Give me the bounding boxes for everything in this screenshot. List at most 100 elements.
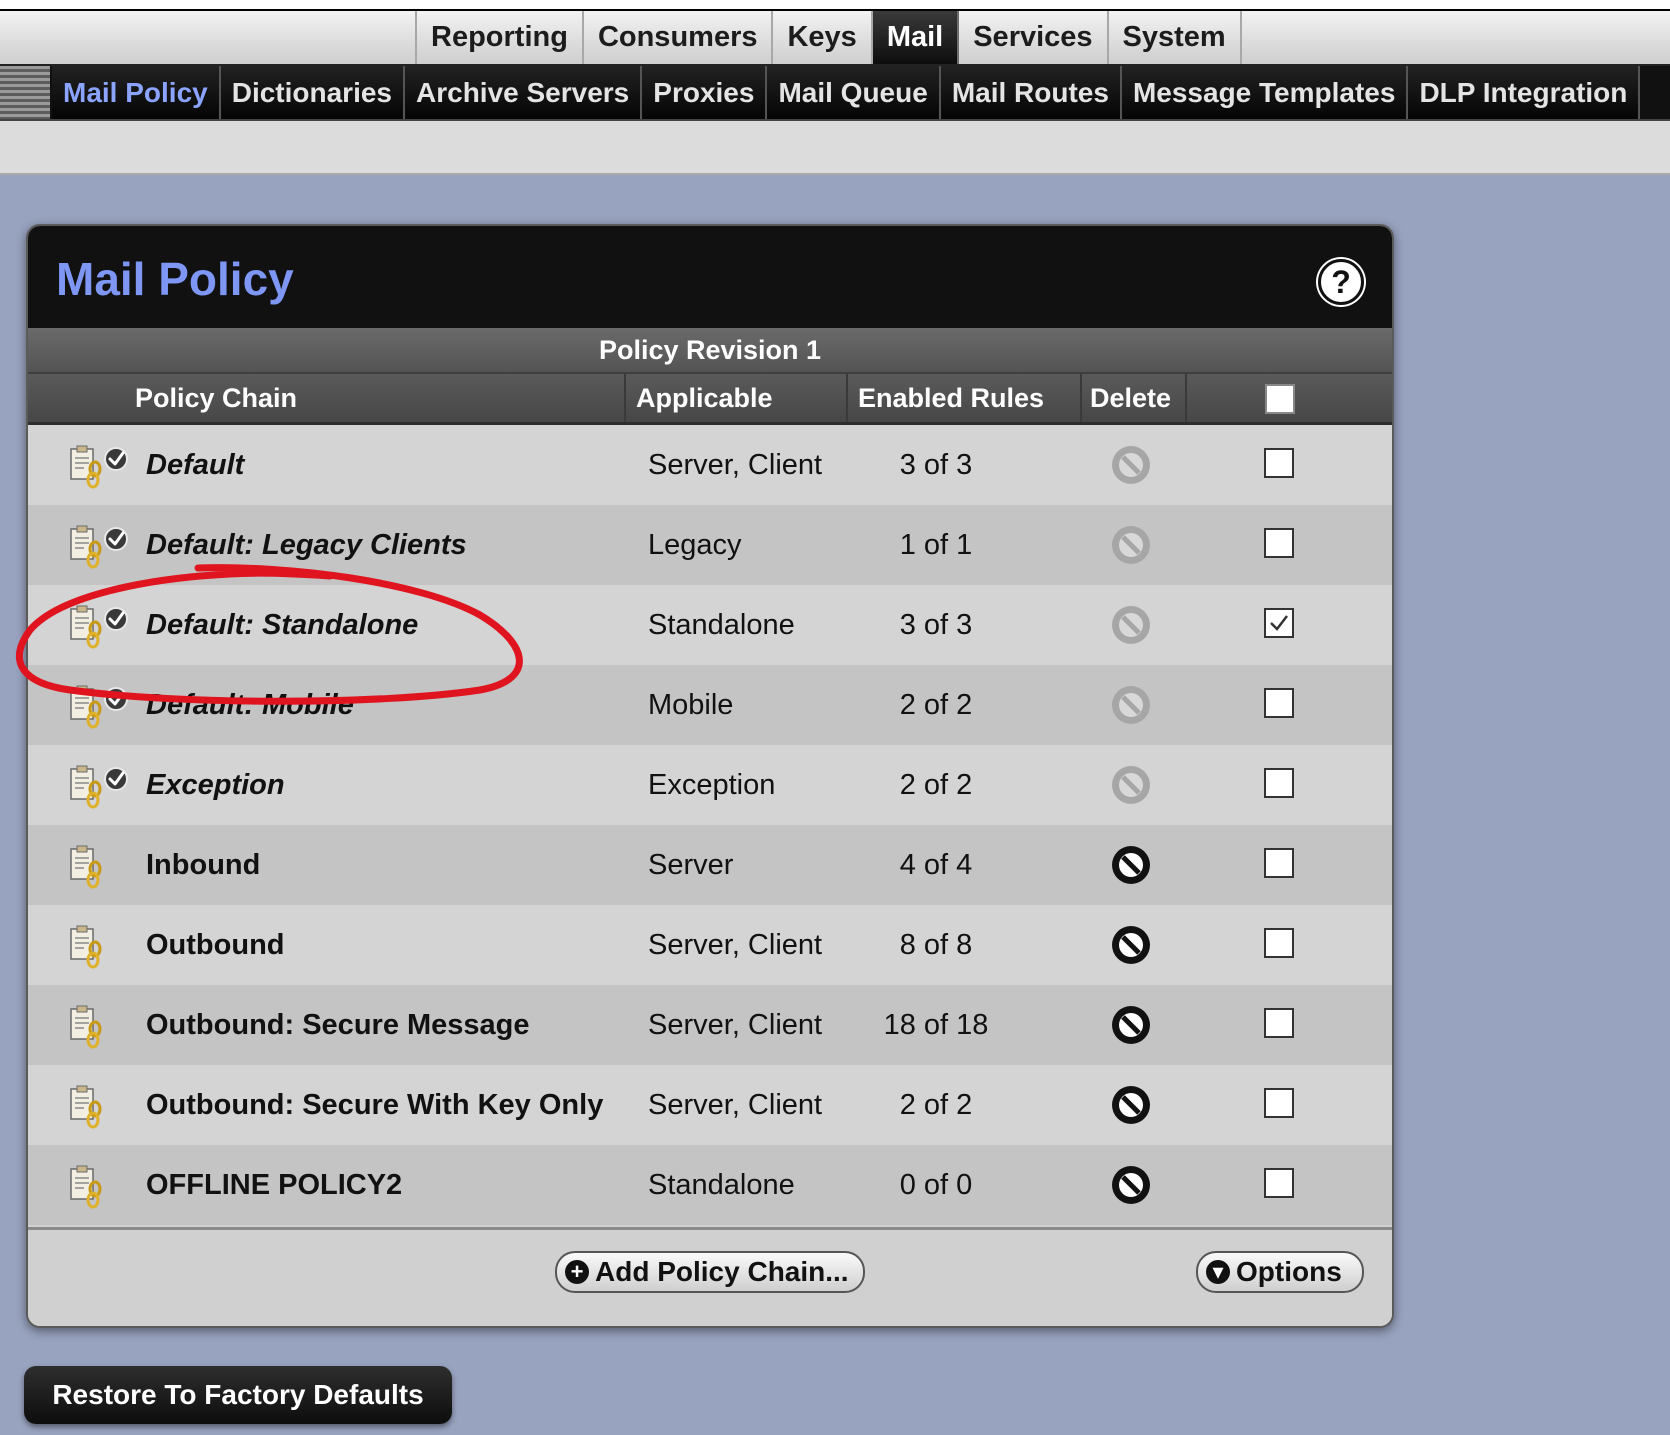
policy-chain-name[interactable]: Default xyxy=(146,425,244,505)
subtab-dictionaries[interactable]: Dictionaries xyxy=(220,66,405,119)
subtab-message-templates[interactable]: Message Templates xyxy=(1121,66,1409,119)
policy-chain-name[interactable]: Outbound: Secure With Key Only xyxy=(146,1065,603,1145)
applicable-value: Standalone xyxy=(648,1169,795,1201)
no-entry-icon[interactable] xyxy=(1110,1164,1152,1206)
no-entry-icon[interactable] xyxy=(1110,924,1152,966)
policy-chain-name[interactable]: Exception xyxy=(146,745,285,825)
tab-keys[interactable]: Keys xyxy=(773,11,873,64)
no-entry-icon xyxy=(1112,606,1150,644)
row-checkbox[interactable] xyxy=(1264,528,1294,558)
enabled-rules-value: 8 of 8 xyxy=(899,929,973,961)
col-delete: Delete xyxy=(1080,374,1171,422)
window-top-edge xyxy=(0,0,1670,11)
sub-nav-tabs: Mail Policy Dictionaries Archive Servers Pr… xyxy=(52,66,1641,119)
mail-policy-panel: Mail Policy ? Policy Revision 1 Policy C… xyxy=(26,224,1394,1328)
col-applicable: Applicable xyxy=(624,374,773,422)
row-checkbox[interactable] xyxy=(1264,1008,1294,1038)
table-row[interactable]: Outbound: Secure With Key Only Server, Cl… xyxy=(28,1065,1392,1145)
no-entry-icon xyxy=(1112,526,1150,564)
applicable-value: Exception xyxy=(648,769,776,801)
plus-circle-icon: + xyxy=(565,1259,589,1284)
row-checkbox[interactable] xyxy=(1264,848,1294,878)
row-checkbox[interactable] xyxy=(1264,688,1294,718)
policy-chain-icon xyxy=(70,845,102,889)
table-row[interactable]: Default: Mobile Mobile 2 of 2 xyxy=(28,665,1392,745)
add-policy-chain-label: Add Policy Chain... xyxy=(595,1256,849,1287)
tab-system[interactable]: System xyxy=(1109,11,1242,64)
table-row[interactable]: Default Server, Client 3 of 3 xyxy=(28,425,1392,505)
subtab-mail-policy[interactable]: Mail Policy xyxy=(52,66,221,119)
restore-factory-defaults-button[interactable]: Restore To Factory Defaults xyxy=(24,1366,452,1424)
policy-chain-name[interactable]: OFFLINE POLICY2 xyxy=(146,1145,402,1225)
row-checkbox[interactable] xyxy=(1264,928,1294,958)
enabled-rules-value: 3 of 3 xyxy=(899,449,973,481)
row-checkbox[interactable] xyxy=(1264,1088,1294,1118)
col-enabled-rules: Enabled Rules xyxy=(846,374,1044,422)
help-icon[interactable]: ? xyxy=(1318,259,1364,305)
applicable-value: Server, Client xyxy=(648,1009,823,1041)
table-row[interactable]: Default: Standalone Standalone 3 of 3 xyxy=(28,585,1392,665)
enabled-rules-value: 3 of 3 xyxy=(899,609,973,641)
row-checkbox[interactable] xyxy=(1264,1168,1294,1198)
checkmark-icon xyxy=(1270,615,1288,631)
row-checkbox[interactable] xyxy=(1264,768,1294,798)
tab-mail[interactable]: Mail xyxy=(872,11,960,64)
panel-header: Mail Policy ? xyxy=(28,226,1392,328)
select-all-checkbox[interactable] xyxy=(1265,384,1295,414)
subtab-archive-servers[interactable]: Archive Servers xyxy=(405,66,643,119)
no-entry-icon[interactable] xyxy=(1110,1084,1152,1126)
table-row[interactable]: Inbound Server 4 of 4 xyxy=(28,825,1392,905)
row-checkbox[interactable] xyxy=(1264,448,1294,478)
table-row[interactable]: Outbound Server, Client 8 of 8 xyxy=(28,905,1392,985)
enabled-rules-value: 2 of 2 xyxy=(899,769,973,801)
toolbar-strip xyxy=(0,121,1670,175)
enabled-rules-value: 2 of 2 xyxy=(899,689,973,721)
tab-consumers[interactable]: Consumers xyxy=(584,11,774,64)
policy-chain-name[interactable]: Outbound: Secure Message xyxy=(146,985,530,1065)
tab-services[interactable]: Services xyxy=(959,11,1109,64)
no-entry-icon xyxy=(1112,766,1150,804)
policy-chain-icon xyxy=(70,765,128,809)
policy-chain-icon xyxy=(70,525,128,569)
applicable-value: Mobile xyxy=(648,689,734,721)
main-nav-bar: Reporting Consumers Keys Mail Services System xyxy=(0,11,1670,66)
tab-reporting[interactable]: Reporting xyxy=(415,11,584,64)
table-row[interactable]: Default: Legacy Clients Legacy 1 of 1 xyxy=(28,505,1392,585)
no-entry-icon[interactable] xyxy=(1110,1004,1152,1046)
policy-chain-icon xyxy=(70,605,128,649)
policy-chain-list: Default Server, Client 3 of 3 Default: Lega… xyxy=(28,425,1392,1225)
subtab-mail-queue[interactable]: Mail Queue xyxy=(767,66,941,119)
applicable-value: Server, Client xyxy=(648,1089,823,1121)
col-policy-chain: Policy Chain xyxy=(135,383,298,413)
no-entry-icon xyxy=(1112,446,1150,484)
enabled-rules-value: 2 of 2 xyxy=(899,1089,973,1121)
no-entry-icon xyxy=(1112,686,1150,724)
policy-chain-icon xyxy=(70,445,128,489)
table-row[interactable]: Outbound: Secure Message Server, Client 18… xyxy=(28,985,1392,1065)
col-divider xyxy=(1185,374,1187,422)
subtab-dlp-integration[interactable]: DLP Integration xyxy=(1408,66,1641,119)
enabled-rules-value: 4 of 4 xyxy=(899,849,973,881)
policy-chain-name[interactable]: Inbound xyxy=(146,825,260,905)
policy-chain-icon xyxy=(70,1165,102,1209)
table-row[interactable]: OFFLINE POLICY2 Standalone 0 of 0 xyxy=(28,1145,1392,1225)
policy-chain-icon xyxy=(70,1085,102,1129)
policy-chain-name[interactable]: Outbound xyxy=(146,905,285,985)
table-row[interactable]: Exception Exception 2 of 2 xyxy=(28,745,1392,825)
row-checkbox[interactable] xyxy=(1264,608,1294,638)
policy-chain-name[interactable]: Default: Mobile xyxy=(146,665,354,745)
enabled-rules-value: 18 of 18 xyxy=(883,1009,989,1041)
subnav-grip xyxy=(0,66,50,119)
panel-title: Mail Policy xyxy=(56,253,294,305)
chevron-down-circle-icon: ▾ xyxy=(1206,1259,1230,1284)
subtab-mail-routes[interactable]: Mail Routes xyxy=(940,66,1122,119)
policy-chain-icon xyxy=(70,685,128,729)
main-nav-tabs: Reporting Consumers Keys Mail Services System xyxy=(415,11,1242,64)
options-button[interactable]: ▾ Options xyxy=(1196,1251,1364,1293)
sub-nav-bar: Mail Policy Dictionaries Archive Servers Pr… xyxy=(0,66,1670,121)
no-entry-icon[interactable] xyxy=(1110,844,1152,886)
add-policy-chain-button[interactable]: + Add Policy Chain... xyxy=(555,1251,865,1293)
subtab-proxies[interactable]: Proxies xyxy=(642,66,768,119)
policy-chain-name[interactable]: Default: Standalone xyxy=(146,585,418,665)
policy-chain-name[interactable]: Default: Legacy Clients xyxy=(146,505,467,585)
